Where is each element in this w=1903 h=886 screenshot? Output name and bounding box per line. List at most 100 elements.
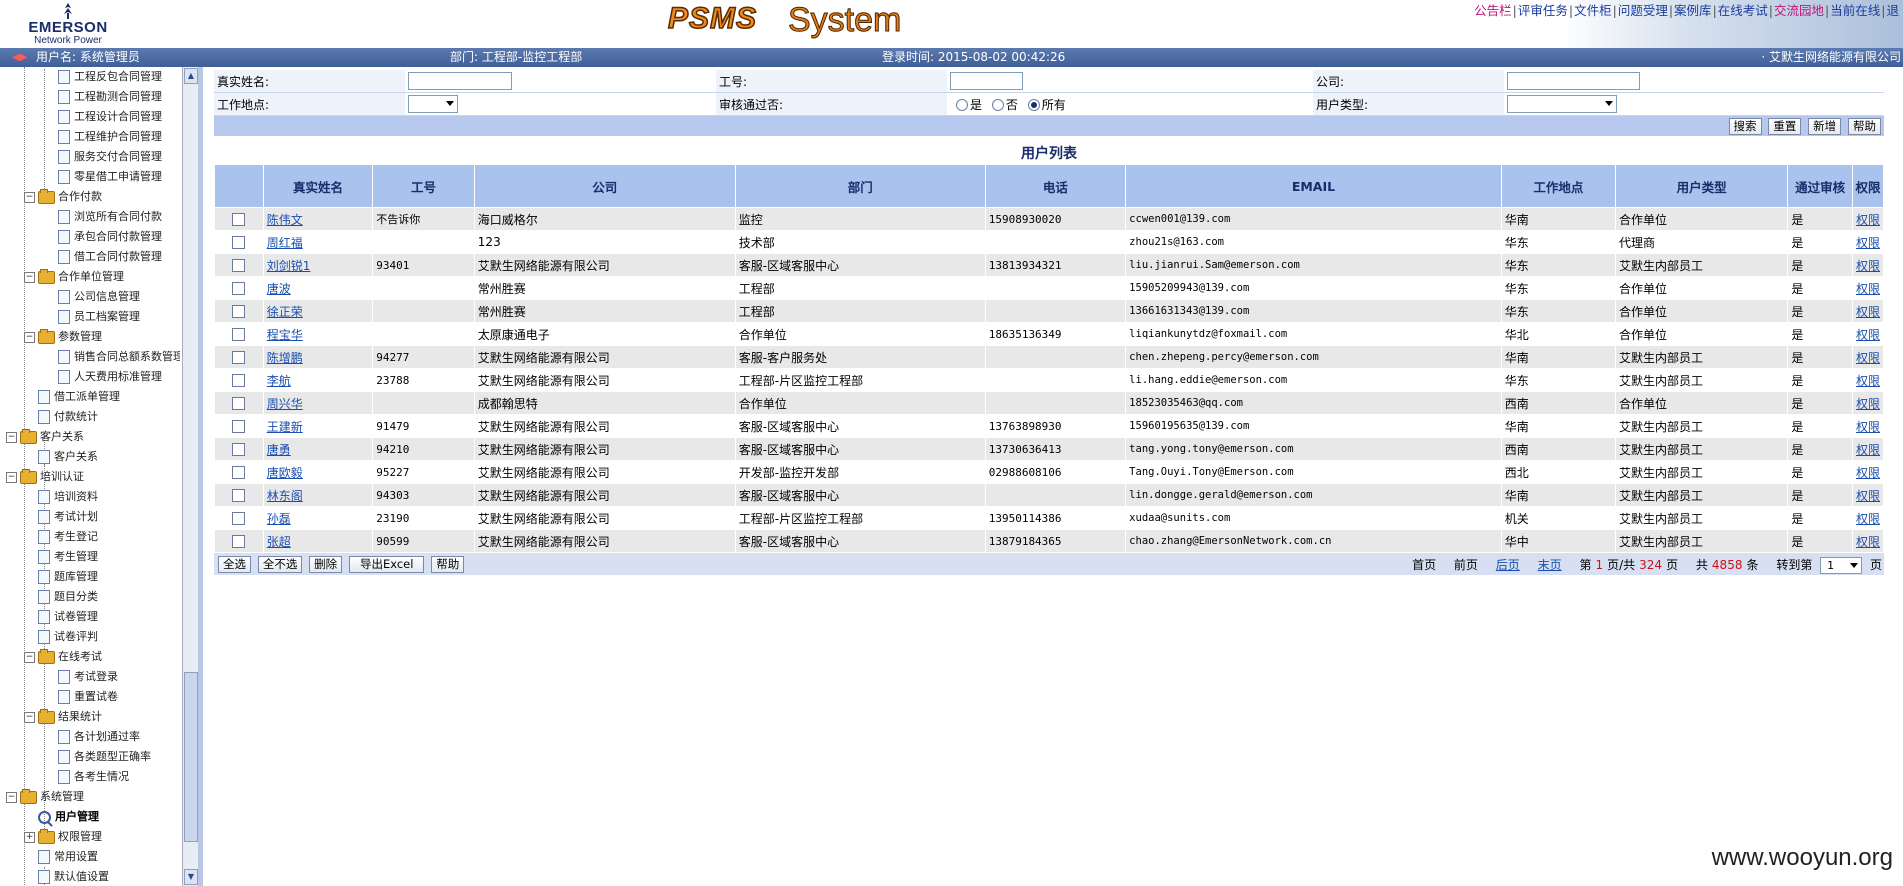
- sidebar-item[interactable]: 题目分类: [38, 587, 98, 607]
- sidebar-item[interactable]: 借工合同付款管理: [58, 247, 162, 267]
- top-link-bulletin[interactable]: 公告栏: [1474, 3, 1512, 18]
- name-link[interactable]: 徐正荣: [267, 305, 303, 319]
- top-link-issue[interactable]: 问题受理: [1618, 3, 1668, 18]
- permission-link[interactable]: 权限: [1856, 305, 1880, 319]
- sidebar-item[interactable]: − 合作付款: [24, 187, 102, 207]
- name-link[interactable]: 刘剑锐1: [267, 259, 311, 273]
- sidebar-item[interactable]: 客户关系: [38, 447, 98, 467]
- sidebar-item[interactable]: − 合作单位管理: [24, 267, 124, 287]
- permission-link[interactable]: 权限: [1856, 443, 1880, 457]
- location-select[interactable]: [408, 95, 458, 113]
- sidebar-item[interactable]: 考试登录: [58, 667, 118, 687]
- export-excel-button[interactable]: 导出Excel: [348, 556, 425, 573]
- sidebar-item[interactable]: − 系统管理: [6, 787, 84, 807]
- sidebar-item[interactable]: 重置试卷: [58, 687, 118, 707]
- collapse-icon[interactable]: −: [24, 331, 35, 343]
- collapse-icon[interactable]: −: [24, 191, 35, 203]
- permission-link[interactable]: 权限: [1856, 512, 1880, 526]
- sidebar-item[interactable]: 零星借工申请管理: [58, 167, 162, 187]
- sidebar-item[interactable]: 考试计划: [38, 507, 98, 527]
- frame-divider[interactable]: [198, 67, 203, 886]
- collapse-icon[interactable]: −: [6, 431, 17, 443]
- next-page-link[interactable]: 后页: [1496, 558, 1520, 572]
- row-checkbox[interactable]: [232, 443, 246, 456]
- collapse-icon[interactable]: −: [6, 791, 17, 803]
- sidebar-item[interactable]: 浏览所有合同付款: [58, 207, 162, 227]
- sidebar-item[interactable]: 题库管理: [38, 567, 98, 587]
- sidebar-item[interactable]: 各考生情况: [58, 767, 129, 787]
- name-link[interactable]: 唐欧毅: [267, 466, 303, 480]
- name-link[interactable]: 程宝华: [267, 328, 303, 342]
- sidebar-item[interactable]: 销售合同总额系数管理: [58, 347, 180, 367]
- sidebar-item[interactable]: − 培训认证: [6, 467, 84, 487]
- scroll-thumb[interactable]: [184, 672, 198, 842]
- row-checkbox[interactable]: [232, 489, 246, 502]
- top-link-online-exam[interactable]: 在线考试: [1718, 3, 1768, 18]
- approved-yes-radio[interactable]: [956, 99, 968, 111]
- row-checkbox[interactable]: [232, 397, 246, 410]
- permission-link[interactable]: 权限: [1856, 374, 1880, 388]
- permission-link[interactable]: 权限: [1856, 397, 1880, 411]
- sidebar-item[interactable]: 试卷管理: [38, 607, 98, 627]
- name-link[interactable]: 唐勇: [267, 443, 291, 457]
- sidebar-item[interactable]: 考生管理: [38, 547, 98, 567]
- select-all-button[interactable]: 全选: [218, 556, 251, 573]
- row-checkbox[interactable]: [232, 512, 246, 525]
- top-link-logout[interactable]: 退: [1886, 3, 1899, 18]
- sidebar-item[interactable]: + 权限管理: [24, 827, 102, 847]
- company-input[interactable]: [1507, 72, 1640, 90]
- collapse-arrow-icon[interactable]: ◀▶: [12, 48, 27, 67]
- row-checkbox[interactable]: [232, 259, 246, 272]
- row-checkbox[interactable]: [232, 374, 246, 387]
- user-type-select[interactable]: [1507, 95, 1617, 113]
- permission-link[interactable]: 权限: [1856, 489, 1880, 503]
- name-link[interactable]: 唐波: [267, 282, 291, 296]
- delete-button[interactable]: 删除: [309, 556, 343, 573]
- sidebar-item[interactable]: − 结果统计: [24, 707, 102, 727]
- row-checkbox[interactable]: [232, 328, 246, 341]
- sidebar-item[interactable]: 公司信息管理: [58, 287, 140, 307]
- permission-link[interactable]: 权限: [1856, 328, 1880, 342]
- sidebar-item[interactable]: − 在线考试: [24, 647, 102, 667]
- sidebar-item[interactable]: 工程勘测合同管理: [58, 87, 162, 107]
- unselect-all-button[interactable]: 全不选: [257, 556, 303, 573]
- name-link[interactable]: 孙磊: [267, 512, 291, 526]
- footer-help-button[interactable]: 帮助: [431, 556, 465, 573]
- sidebar-item[interactable]: 常用设置: [38, 847, 98, 867]
- sidebar-item[interactable]: 考生登记: [38, 527, 98, 547]
- name-link[interactable]: 李航: [267, 374, 291, 388]
- add-button[interactable]: 新增: [1808, 118, 1842, 135]
- sidebar-item[interactable]: 付款统计: [38, 407, 98, 427]
- collapse-icon[interactable]: −: [24, 271, 35, 283]
- name-link[interactable]: 王建新: [267, 420, 303, 434]
- row-checkbox[interactable]: [232, 305, 246, 318]
- sidebar-item[interactable]: 培训资料: [38, 487, 98, 507]
- emp-no-input[interactable]: [950, 72, 1023, 90]
- top-link-online-users[interactable]: 当前在线: [1830, 3, 1880, 18]
- top-link-review-task[interactable]: 评审任务: [1518, 3, 1568, 18]
- top-link-cases[interactable]: 案例库: [1674, 3, 1712, 18]
- sidebar-scrollbar[interactable]: ▲ ▼: [182, 67, 198, 886]
- sidebar-item[interactable]: 员工档案管理: [58, 307, 140, 327]
- sidebar-item[interactable]: 用户管理: [38, 807, 99, 827]
- reset-button[interactable]: 重置: [1768, 118, 1802, 135]
- name-link[interactable]: 周红福: [267, 236, 303, 250]
- sidebar-item[interactable]: 默认值设置: [38, 867, 109, 886]
- prev-page-link[interactable]: 前页: [1454, 558, 1478, 572]
- permission-link[interactable]: 权限: [1856, 213, 1880, 227]
- sidebar-item[interactable]: 服务交付合同管理: [58, 147, 162, 167]
- sidebar-item[interactable]: 借工派单管理: [38, 387, 120, 407]
- approved-no-radio[interactable]: [991, 99, 1004, 111]
- sidebar-item[interactable]: 工程反包合同管理: [58, 67, 162, 87]
- sidebar-item[interactable]: 试卷评判: [38, 627, 98, 647]
- scroll-down-icon[interactable]: ▼: [184, 869, 198, 885]
- row-checkbox[interactable]: [232, 351, 246, 364]
- permission-link[interactable]: 权限: [1856, 282, 1880, 296]
- name-link[interactable]: 周兴华: [267, 397, 303, 411]
- row-checkbox[interactable]: [232, 420, 246, 433]
- collapse-icon[interactable]: −: [6, 471, 17, 483]
- name-link[interactable]: 张超: [267, 535, 291, 549]
- name-link[interactable]: 林东阁: [267, 489, 303, 503]
- approved-all-radio[interactable]: [1027, 99, 1040, 111]
- sidebar-item[interactable]: − 客户关系: [6, 427, 84, 447]
